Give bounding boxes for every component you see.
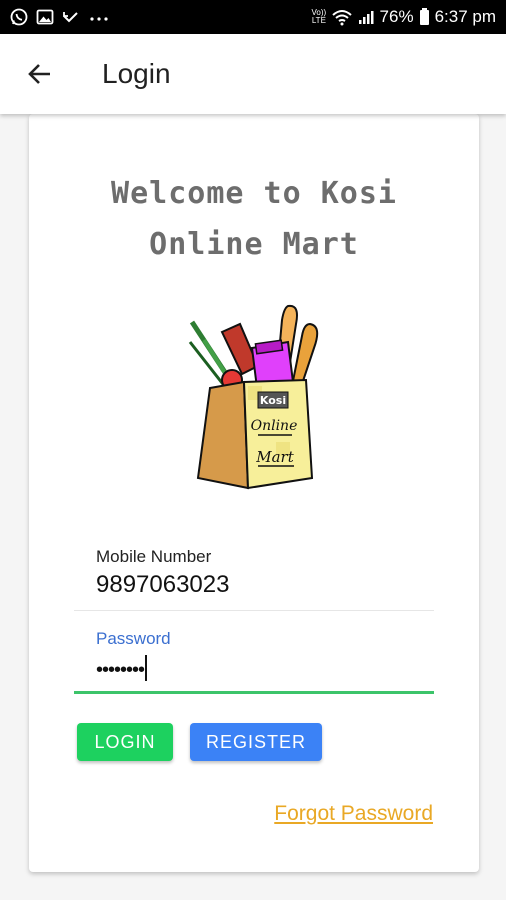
- logo-text-kosi: Kosi: [260, 394, 286, 407]
- page-title: Login: [102, 58, 171, 89]
- password-value: ••••••••: [96, 659, 145, 681]
- whatsapp-icon: [10, 8, 28, 26]
- register-button[interactable]: REGISTER: [190, 723, 322, 761]
- forgot-password-link[interactable]: Forgot Password: [274, 802, 433, 826]
- app-bar: Login: [0, 34, 506, 114]
- clock: 6:37 pm: [434, 7, 496, 26]
- welcome-heading: Welcome to Kosi Online Mart: [29, 168, 479, 270]
- mobile-number-input[interactable]: 9897063023: [96, 571, 229, 599]
- mobile-number-underline: [74, 610, 434, 611]
- wifi-icon: [331, 8, 352, 26]
- shopping-bag-logo: Kosi Online Mart: [188, 304, 319, 490]
- login-button[interactable]: LOGIN: [77, 723, 173, 761]
- login-card: Welcome to Kosi Online Mart Kosi Online …: [29, 114, 479, 872]
- password-input[interactable]: ••••••••: [96, 655, 148, 682]
- status-left: [10, 8, 110, 26]
- text-cursor: [145, 655, 148, 681]
- mobile-number-label: Mobile Number: [96, 547, 212, 566]
- gallery-icon: [36, 8, 54, 26]
- logo-text-online: Online: [251, 418, 298, 434]
- back-button[interactable]: [22, 56, 58, 92]
- password-underline: [74, 691, 434, 694]
- missed-call-icon: [62, 8, 80, 26]
- welcome-line-2: Online Mart: [149, 227, 359, 262]
- arrow-left-icon: [28, 64, 50, 84]
- welcome-line-1: Welcome to Kosi: [111, 176, 397, 211]
- battery-percent: 76%: [379, 7, 414, 26]
- logo-text-mart: Mart: [255, 448, 294, 466]
- password-label: Password: [96, 629, 171, 648]
- more-icon: [88, 8, 110, 26]
- status-right: Vo)) LTE 76% 6:37 pm: [312, 7, 496, 27]
- battery-icon: [419, 7, 429, 25]
- status-bar: Vo)) LTE 76% 6:37 pm: [0, 0, 506, 34]
- volte-indicator: Vo)) LTE: [311, 8, 327, 25]
- signal-icon: [358, 9, 374, 25]
